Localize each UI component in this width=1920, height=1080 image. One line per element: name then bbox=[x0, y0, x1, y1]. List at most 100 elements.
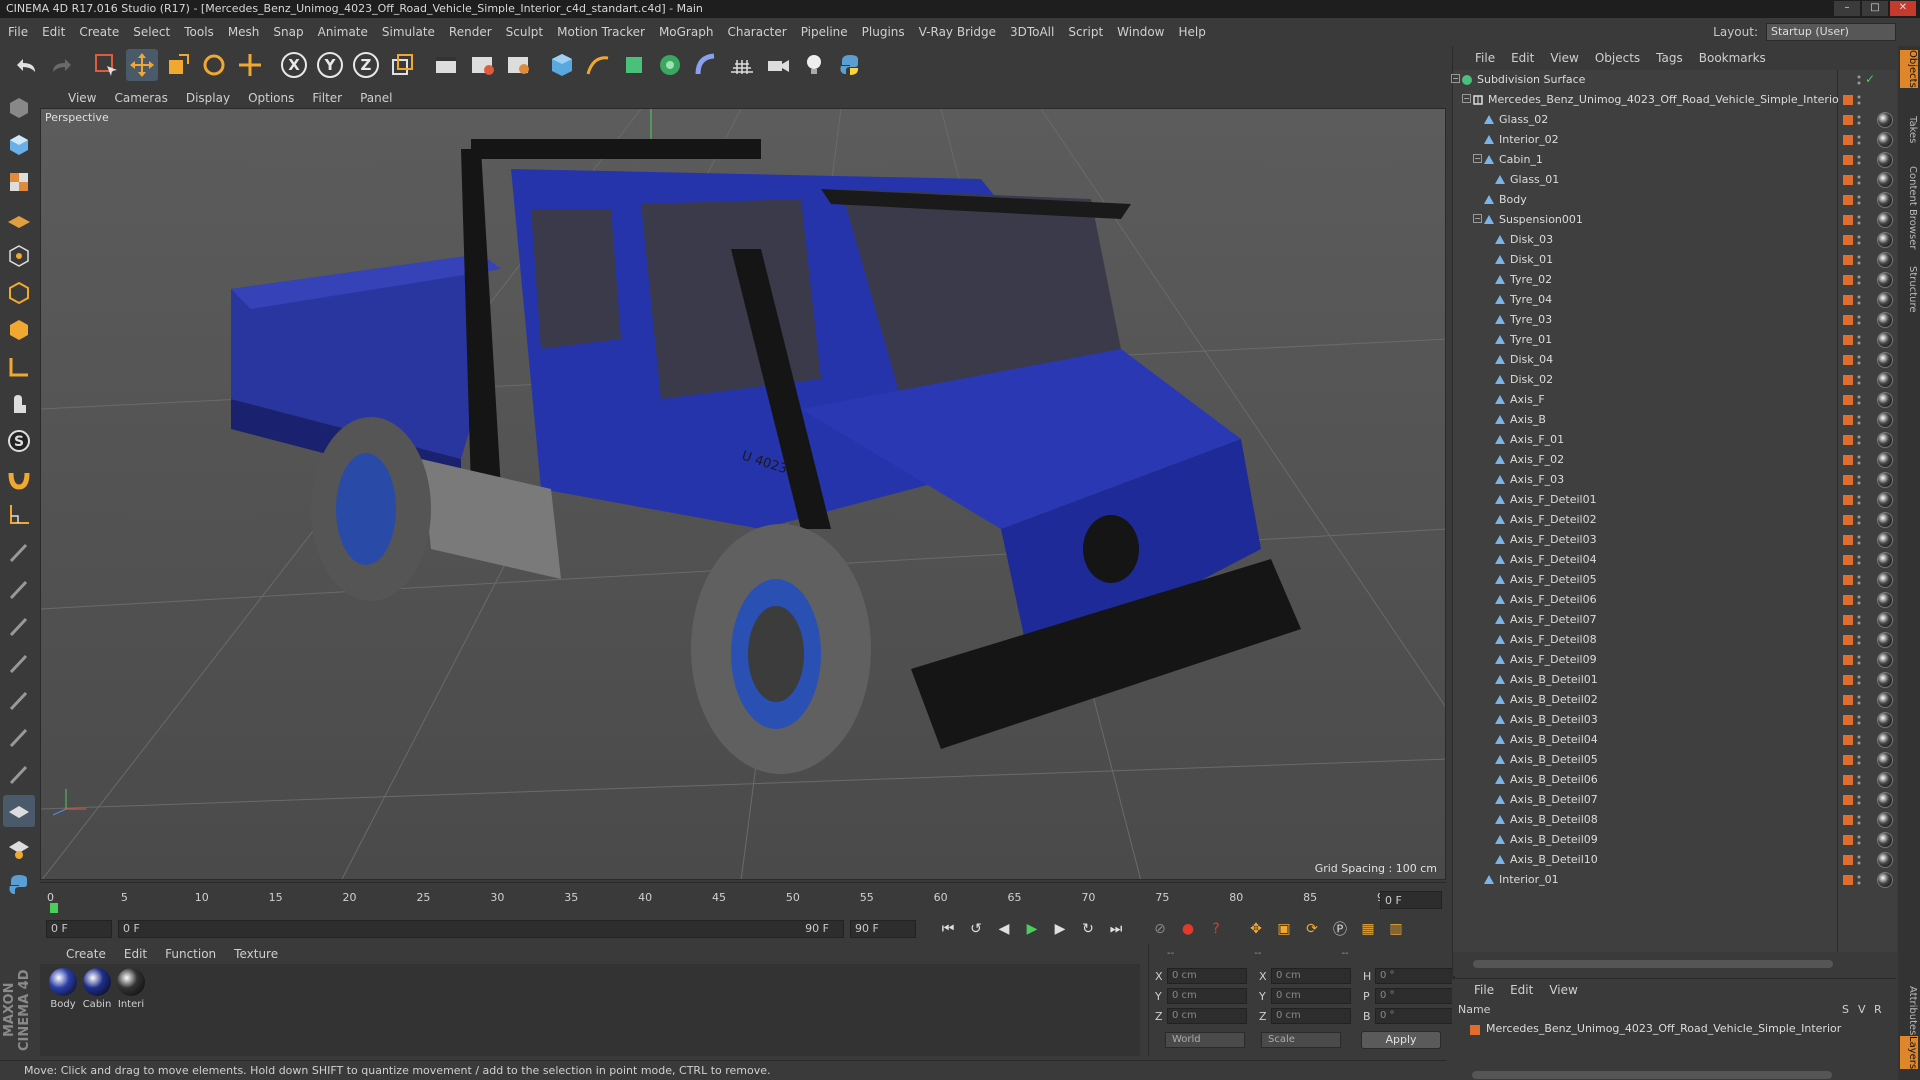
object-row[interactable]: Tyre_04 bbox=[1453, 290, 1897, 310]
rotate-tool-icon[interactable] bbox=[198, 49, 230, 81]
material-menu-texture[interactable]: Texture bbox=[234, 947, 278, 961]
menu-3dtoall[interactable]: 3DToAll bbox=[1010, 25, 1054, 39]
python-icon[interactable] bbox=[834, 49, 866, 81]
visibility-dots-icon[interactable] bbox=[1857, 353, 1861, 367]
visibility-dots-icon[interactable] bbox=[1857, 253, 1861, 267]
object-row[interactable]: Axis_F_01 bbox=[1453, 430, 1897, 450]
menu-snap[interactable]: Snap bbox=[273, 25, 303, 39]
material-tag-icon[interactable] bbox=[1877, 252, 1893, 268]
material-tag-icon[interactable] bbox=[1877, 392, 1893, 408]
layer-color-tag[interactable] bbox=[1843, 155, 1853, 165]
menu-motion-tracker[interactable]: Motion Tracker bbox=[557, 25, 645, 39]
layer-color-tag[interactable] bbox=[1843, 215, 1853, 225]
layer-color-tag[interactable] bbox=[1843, 295, 1853, 305]
object-row[interactable]: Disk_01 bbox=[1453, 250, 1897, 270]
play-forward-icon[interactable]: ▶ bbox=[1020, 918, 1044, 940]
menu-edit[interactable]: Edit bbox=[42, 25, 65, 39]
material-tag-icon[interactable] bbox=[1877, 132, 1893, 148]
python-script-icon[interactable] bbox=[3, 869, 35, 901]
material-tag-icon[interactable] bbox=[1877, 372, 1893, 388]
layer-color-tag[interactable] bbox=[1843, 135, 1853, 145]
object-row[interactable]: − Suspension001 bbox=[1453, 210, 1897, 230]
object-row[interactable]: − Mercedes_Benz_Unimog_4023_Off_Road_Vehi… bbox=[1453, 90, 1897, 110]
visibility-dots-icon[interactable] bbox=[1857, 813, 1861, 827]
end-frame-field[interactable]: 90 F bbox=[850, 920, 916, 938]
render-settings-icon[interactable] bbox=[502, 49, 534, 81]
object-row[interactable]: Axis_B_Deteil03 bbox=[1453, 710, 1897, 730]
layer-color-tag[interactable] bbox=[1843, 175, 1853, 185]
material-tag-icon[interactable] bbox=[1877, 732, 1893, 748]
object-row[interactable]: Axis_B_Deteil09 bbox=[1453, 830, 1897, 850]
side-tab-objects[interactable]: Objects bbox=[1900, 50, 1918, 88]
material-tag-icon[interactable] bbox=[1877, 872, 1893, 888]
object-row[interactable]: Axis_F bbox=[1453, 390, 1897, 410]
material-tag-icon[interactable] bbox=[1877, 692, 1893, 708]
material-menu-edit[interactable]: Edit bbox=[124, 947, 147, 961]
viewport-menu-options[interactable]: Options bbox=[248, 91, 294, 105]
layer-color-tag[interactable] bbox=[1843, 755, 1853, 765]
coord-value-field[interactable]: 0 ° bbox=[1375, 1008, 1455, 1024]
object-row[interactable]: Axis_B_Deteil10 bbox=[1453, 850, 1897, 870]
object-row[interactable]: Axis_B_Deteil07 bbox=[1453, 790, 1897, 810]
visibility-dots-icon[interactable] bbox=[1857, 313, 1861, 327]
spline-pen-icon[interactable] bbox=[582, 49, 614, 81]
material-tag-icon[interactable] bbox=[1877, 512, 1893, 528]
visibility-dots-icon[interactable] bbox=[1857, 493, 1861, 507]
layer-color-tag[interactable] bbox=[1843, 595, 1853, 605]
visibility-dots-icon[interactable] bbox=[1857, 753, 1861, 767]
layer-color-tag[interactable] bbox=[1843, 515, 1853, 525]
layout-select[interactable]: Startup (User) bbox=[1766, 23, 1896, 41]
layer-color-tag[interactable] bbox=[1843, 375, 1853, 385]
material-tag-icon[interactable] bbox=[1877, 152, 1893, 168]
layer-menu-file[interactable]: File bbox=[1474, 983, 1494, 997]
sculpt-brush-5-icon[interactable] bbox=[3, 684, 35, 716]
visibility-dots-icon[interactable] bbox=[1857, 533, 1861, 547]
visibility-dots-icon[interactable] bbox=[1857, 793, 1861, 807]
camera-icon[interactable] bbox=[762, 49, 794, 81]
coord-value-field[interactable]: 0 cm bbox=[1271, 1008, 1351, 1024]
coord-value-field[interactable]: 0 cm bbox=[1167, 968, 1247, 984]
viewport-menu-view[interactable]: View bbox=[68, 91, 96, 105]
object-row[interactable]: Interior_01 bbox=[1453, 870, 1897, 890]
previous-frame-icon[interactable]: ◀ bbox=[992, 918, 1016, 940]
live-selection-icon[interactable] bbox=[90, 49, 122, 81]
layer-color-tag[interactable] bbox=[1843, 335, 1853, 345]
edges-mode-icon[interactable] bbox=[3, 277, 35, 309]
material-tag-icon[interactable] bbox=[1877, 812, 1893, 828]
object-row[interactable]: Axis_B_Deteil04 bbox=[1453, 730, 1897, 750]
layer-color-tag[interactable] bbox=[1843, 655, 1853, 665]
material-tag-icon[interactable] bbox=[1877, 672, 1893, 688]
material-tag-icon[interactable] bbox=[1877, 192, 1893, 208]
y-axis-lock-icon[interactable]: Y bbox=[314, 49, 346, 81]
material-tag-icon[interactable] bbox=[1877, 172, 1893, 188]
object-row[interactable]: Disk_03 bbox=[1453, 230, 1897, 250]
material-tag-icon[interactable] bbox=[1877, 272, 1893, 288]
object-row[interactable]: Axis_F_Deteil01 bbox=[1453, 490, 1897, 510]
material-swatch[interactable]: Interi bbox=[114, 968, 148, 1010]
next-frame-icon[interactable]: ▶ bbox=[1048, 918, 1072, 940]
visibility-dots-icon[interactable] bbox=[1857, 853, 1861, 867]
coord-value-field[interactable]: 0 cm bbox=[1271, 968, 1351, 984]
layer-color-tag[interactable] bbox=[1843, 875, 1853, 885]
layer-color-tag[interactable] bbox=[1843, 195, 1853, 205]
layer-color-tag[interactable] bbox=[1843, 255, 1853, 265]
visibility-dots-icon[interactable] bbox=[1857, 173, 1861, 187]
previous-key-icon[interactable]: ↺ bbox=[964, 918, 988, 940]
visibility-dots-icon[interactable] bbox=[1857, 713, 1861, 727]
object-row[interactable]: Glass_02 bbox=[1453, 110, 1897, 130]
visibility-dots-icon[interactable] bbox=[1857, 373, 1861, 387]
visibility-dots-icon[interactable] bbox=[1857, 873, 1861, 887]
menu-mesh[interactable]: Mesh bbox=[228, 25, 260, 39]
layer-color-tag[interactable] bbox=[1843, 235, 1853, 245]
record-active-icon[interactable]: ● bbox=[1176, 918, 1200, 940]
material-tag-icon[interactable] bbox=[1877, 312, 1893, 328]
object-row[interactable]: Axis_B_Deteil02 bbox=[1453, 690, 1897, 710]
x-axis-lock-icon[interactable]: X bbox=[278, 49, 310, 81]
layer-row[interactable]: Mercedes_Benz_Unimog_4023_Off_Road_Vehic… bbox=[1456, 1021, 1892, 1039]
object-row[interactable]: Axis_F_Deteil03 bbox=[1453, 530, 1897, 550]
material-menu-function[interactable]: Function bbox=[165, 947, 216, 961]
layer-color-tag[interactable] bbox=[1843, 635, 1853, 645]
go-to-start-icon[interactable]: ⏮ bbox=[936, 918, 960, 940]
object-row[interactable]: Tyre_03 bbox=[1453, 310, 1897, 330]
minimize-button[interactable]: – bbox=[1834, 1, 1860, 16]
